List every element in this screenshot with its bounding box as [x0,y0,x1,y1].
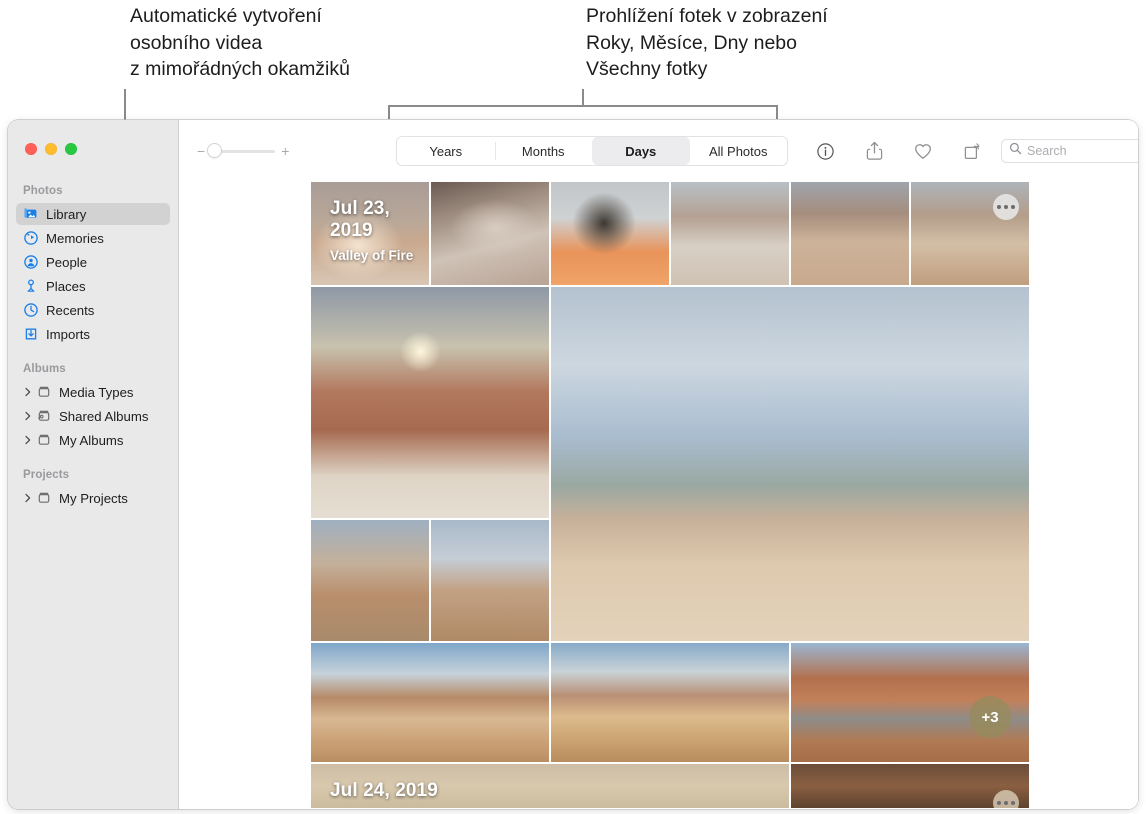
photo-thumbnail[interactable]: +3 [791,643,1029,762]
section-date: Jul 23, 2019 [330,198,390,241]
sidebar-item-memories[interactable]: Memories [16,227,170,249]
share-icon[interactable] [863,140,885,162]
callout-bracket-left-tick [388,105,390,119]
photo-thumbnail[interactable]: Jul 23, 2019 Valley of Fire [311,182,429,285]
sidebar-item-label: Media Types [59,384,134,400]
photo-row: +3 [311,643,1029,762]
sidebar-item-label: Recents [46,302,95,318]
sidebar-item-label: People [46,254,88,270]
photos-app-window: Photos Library Memories People Places Re… [8,120,1138,809]
shared-album-icon [35,408,52,425]
photo-thumbnail[interactable] [791,764,1029,808]
photo-thumbnail[interactable] [791,182,909,285]
search-icon [1009,142,1022,160]
toolbar: − + Years Months Days All Photos Search [179,120,1138,182]
photo-row [311,287,1029,641]
section-date-overlay: Jul 23, 2019 Valley of Fire [330,198,429,263]
section-date: Jul 24, 2019 [330,780,438,801]
content-area: − + Years Months Days All Photos Search … [179,120,1138,809]
photo-thumbnail-large[interactable] [551,287,1029,641]
sidebar: Photos Library Memories People Places Re… [8,120,179,809]
rotate-icon[interactable] [961,140,983,162]
photo-row: Jul 23, 2019 Valley of Fire [311,182,1029,285]
window-traffic-lights [25,143,77,155]
callout-bracket-horizontal [388,105,778,107]
tab-years[interactable]: Years [397,137,495,165]
sidebar-item-my-projects[interactable]: My Projects [16,487,170,509]
photo-thumbnail[interactable] [431,520,549,641]
zoom-button[interactable] [65,143,77,155]
callout-text-left: Automatické vytvoření osobního videa z m… [130,5,350,80]
sidebar-item-label: My Projects [59,490,128,506]
callout-leader-line-right-stem [582,89,584,106]
toolbar-icon-group [814,140,983,162]
search-placeholder: Search [1027,144,1067,158]
photo-thumbnail[interactable]: Jul 24, 2019 [311,764,789,808]
view-mode-segmented-control[interactable]: Years Months Days All Photos [396,136,788,166]
album-icon [35,432,52,449]
sidebar-item-label: Places [46,278,86,294]
places-icon [22,278,39,295]
recents-icon [22,302,39,319]
zoom-slider-control[interactable]: − + [197,144,289,158]
photo-thumbnail[interactable] [671,182,789,285]
zoom-slider-track[interactable] [208,144,276,157]
sidebar-item-imports[interactable]: Imports [16,323,170,345]
zoom-in-label[interactable]: + [281,144,289,158]
photo-thumbnail[interactable] [551,643,789,762]
sidebar-item-label: Memories [46,230,104,246]
search-field[interactable]: Search [1001,139,1138,163]
photo-grid[interactable]: Jul 23, 2019 Valley of Fire +3 Jul 24, 2… [179,182,1138,809]
imports-icon [22,326,39,343]
chevron-right-icon[interactable] [22,387,33,397]
section-date-overlay: Jul 24, 2019 [330,780,438,802]
sidebar-item-shared-albums[interactable]: Shared Albums [16,405,170,427]
photo-thumbnail[interactable] [551,182,669,285]
ellipsis-icon[interactable] [993,790,1019,808]
album-icon [35,490,52,507]
tab-days[interactable]: Days [592,137,690,165]
sidebar-item-label: Shared Albums [59,408,149,424]
zoom-out-label[interactable]: − [197,144,205,158]
photo-row: Jul 24, 2019 [311,764,1029,808]
callout-text-right: Prohlížení fotek v zobrazení Roky, Měsíc… [586,5,828,80]
sidebar-item-my-albums[interactable]: My Albums [16,429,170,451]
info-icon[interactable] [814,140,836,162]
photo-thumbnail[interactable] [911,182,1029,285]
zoom-slider-knob[interactable] [208,144,222,157]
chevron-right-icon[interactable] [22,411,33,421]
ellipsis-icon[interactable] [993,194,1019,220]
photo-thumbnail[interactable] [431,182,549,285]
callout-bracket-right-tick [776,105,778,119]
sidebar-item-places[interactable]: Places [16,275,170,297]
chevron-right-icon[interactable] [22,493,33,503]
close-button[interactable] [25,143,37,155]
section-place: Valley of Fire [330,248,414,263]
people-icon [22,254,39,271]
photo-thumbnail[interactable] [311,520,429,641]
sidebar-item-label: Imports [46,326,90,342]
sidebar-group-title-projects: Projects [23,469,70,481]
memories-icon [22,230,39,247]
favorite-heart-icon[interactable] [912,140,934,162]
sidebar-item-media-types[interactable]: Media Types [16,381,170,403]
more-photos-badge[interactable]: +3 [969,696,1011,738]
sidebar-item-people[interactable]: People [16,251,170,273]
chevron-right-icon[interactable] [22,435,33,445]
tab-all-photos[interactable]: All Photos [690,137,788,165]
sidebar-group-title-photos: Photos [23,185,63,197]
tab-months[interactable]: Months [494,137,593,165]
sidebar-group-title-albums: Albums [23,363,66,375]
sidebar-item-label: Library [46,206,87,222]
photo-thumbnail[interactable] [311,287,549,518]
library-icon [22,206,39,223]
minimize-button[interactable] [45,143,57,155]
photo-thumbnail[interactable] [311,643,549,762]
sidebar-item-label: My Albums [59,432,124,448]
sidebar-item-recents[interactable]: Recents [16,299,170,321]
sidebar-item-library[interactable]: Library [16,203,170,225]
album-icon [35,384,52,401]
